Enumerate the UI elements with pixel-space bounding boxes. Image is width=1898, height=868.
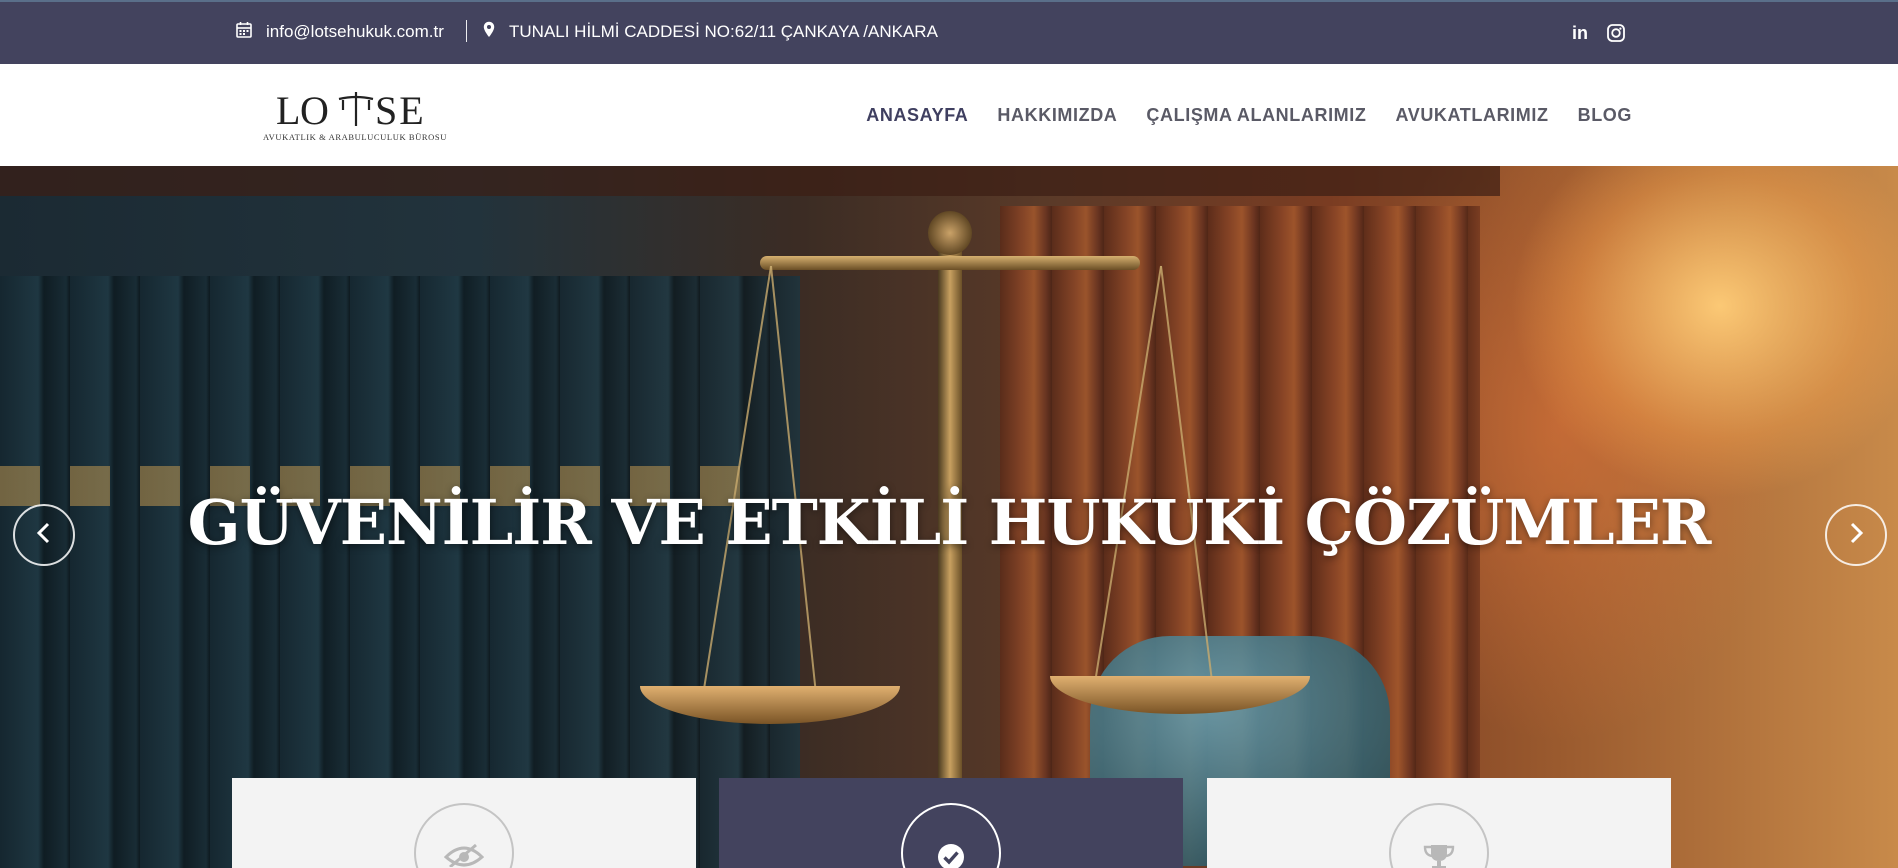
hero-slider: GÜVENİLİR VE ETKİLİ HUKUKİ ÇÖZÜMLER	[0, 166, 1898, 868]
nav-item-blog[interactable]: BLOG	[1578, 105, 1632, 126]
chevron-right-icon	[1848, 522, 1864, 549]
hero-title: GÜVENİLİR VE ETKİLİ HUKUKİ ÇÖZÜMLER	[187, 486, 1712, 559]
slider-next-button[interactable]	[1825, 504, 1887, 566]
logo-subtitle: AVUKATLIK & ARABULUCULUK BÜROSU	[263, 132, 447, 142]
topbar-divider	[466, 20, 467, 42]
trophy-icon	[1422, 843, 1456, 868]
contact-address: TUNALI HİLMİ CADDESİ NO:62/11 ÇANKAYA /A…	[483, 2, 938, 62]
instagram-icon[interactable]	[1606, 22, 1626, 44]
chevron-left-icon	[36, 522, 52, 549]
scale-top	[928, 211, 972, 255]
feature-icon-circle	[1389, 803, 1489, 868]
svg-text:O: O	[300, 88, 331, 132]
scale-beam	[760, 256, 1140, 270]
svg-text:L: L	[276, 88, 302, 132]
contact-address-text: TUNALI HİLMİ CADDESİ NO:62/11 ÇANKAYA /A…	[509, 22, 938, 41]
linkedin-icon[interactable]: in	[1570, 22, 1590, 44]
feature-box-values	[1207, 778, 1671, 868]
contact-email-text: info@lotsehukuk.com.tr	[266, 22, 444, 41]
map-marker-icon	[483, 21, 495, 43]
hero-background-shelf	[0, 166, 1500, 196]
feature-box-mission	[719, 778, 1183, 868]
site-header: L O SE AVUKATLIK & ARABULUCULUK BÜROSU A…	[0, 64, 1898, 166]
feature-icon-circle	[901, 803, 1001, 868]
eye-icon	[443, 843, 485, 868]
slider-prev-button[interactable]	[13, 504, 75, 566]
check-circle-icon	[937, 843, 965, 868]
contact-email[interactable]: info@lotsehukuk.com.tr	[236, 2, 444, 62]
nav-item-hakkimizda[interactable]: HAKKIMIZDA	[997, 105, 1117, 126]
nav-item-avukatlarimiz[interactable]: AVUKATLARIMIZ	[1395, 105, 1548, 126]
nav-item-anasayfa[interactable]: ANASAYFA	[866, 105, 968, 126]
svg-text:SE: SE	[375, 88, 426, 132]
feature-icon-circle	[414, 803, 514, 868]
calendar-icon	[236, 21, 252, 43]
nav-item-calisma-alanlarimiz[interactable]: ÇALIŞMA ALANLARIMIZ	[1146, 105, 1366, 126]
site-logo[interactable]: L O SE AVUKATLIK & ARABULUCULUK BÜROSU	[240, 88, 470, 148]
feature-box-vision	[232, 778, 696, 868]
top-info-bar: info@lotsehukuk.com.tr TUNALI HİLMİ CADD…	[0, 0, 1898, 64]
main-navigation: ANASAYFA HAKKIMIZDA ÇALIŞMA ALANLARIMIZ …	[866, 64, 1632, 166]
